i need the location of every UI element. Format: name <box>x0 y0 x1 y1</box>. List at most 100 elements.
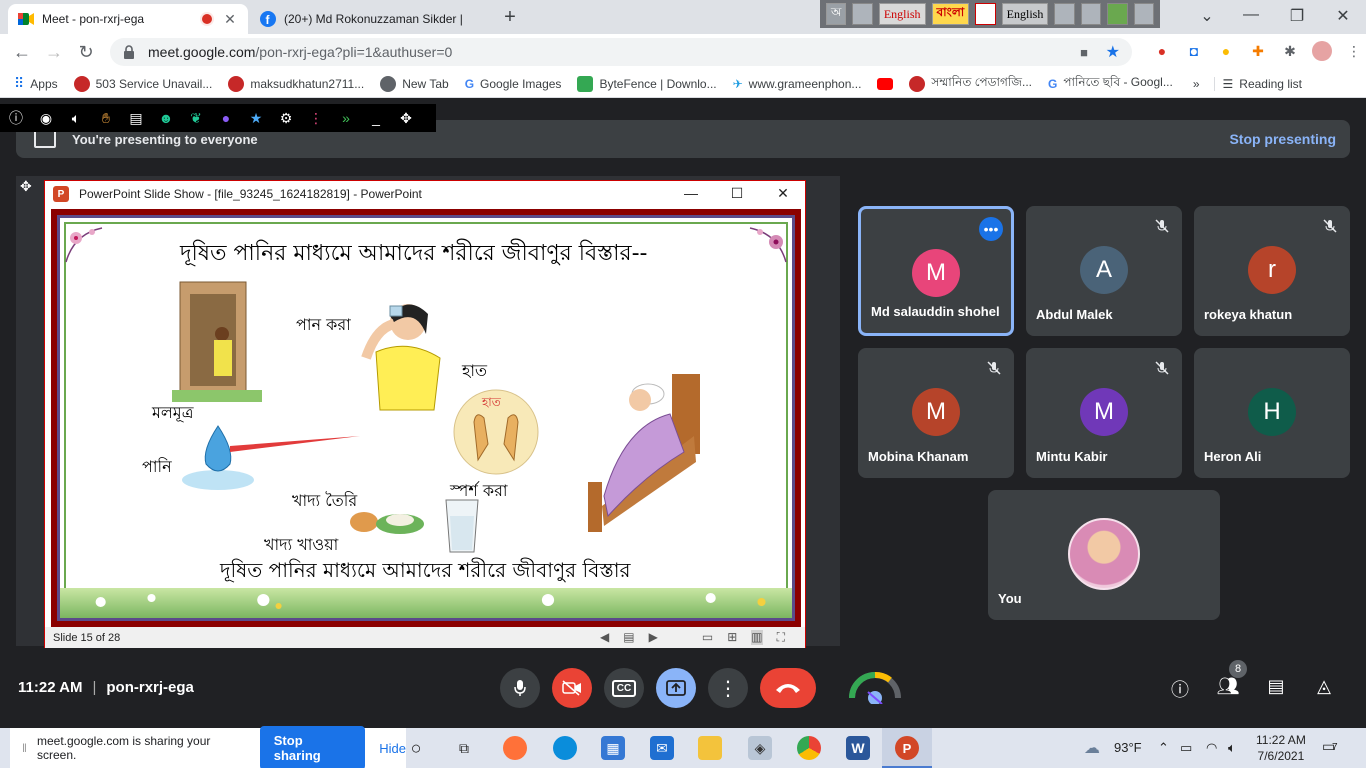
people-icon[interactable]: 👥︎ <box>1215 676 1241 697</box>
extension-bulb-icon[interactable]: ● <box>1214 39 1238 63</box>
participant-tile[interactable]: A Abdul Malek <box>1026 206 1182 336</box>
present-now-button[interactable] <box>656 668 696 708</box>
edge-icon[interactable] <box>553 736 577 760</box>
participant-tile[interactable]: r rokeya khatun <box>1194 206 1350 336</box>
dropdown-icon[interactable] <box>1080 3 1102 25</box>
stop-sharing-button[interactable]: Stop sharing <box>259 726 366 768</box>
extension-plus-icon[interactable]: ✚ <box>1246 39 1270 63</box>
reading-view-icon[interactable]: ▥ <box>751 630 763 645</box>
bookmark-item[interactable]: New Tab <box>372 75 456 92</box>
participant-tile[interactable]: M Mobina Khanam <box>858 348 1014 478</box>
bookmark-item[interactable]: ByteFence | Downlo... <box>569 75 724 92</box>
lang-english[interactable]: English <box>878 3 926 25</box>
microphone-button[interactable] <box>500 668 540 708</box>
tab-facebook[interactable]: f (20+) Md Rokonuzzaman Sikder | <box>250 4 490 34</box>
cortana-icon[interactable]: ○ <box>404 736 428 760</box>
bookmark-star-icon[interactable]: ★ <box>1106 42 1120 62</box>
back-icon[interactable]: ← <box>6 42 38 63</box>
mail-icon[interactable]: ✉ <box>650 736 674 760</box>
bookmark-item[interactable]: সম্মানিত পেডাগজি... <box>901 74 1040 94</box>
notification-center-button[interactable]: ▭ 7 <box>1322 738 1348 758</box>
chat-icon[interactable]: ● <box>216 110 236 126</box>
participant-tile-self[interactable]: You <box>988 490 1220 620</box>
forward-icon[interactable]: → <box>38 42 70 63</box>
speaker-icon[interactable]: 🔈︎ <box>66 110 86 127</box>
battery-icon[interactable]: ▭ <box>1180 740 1192 756</box>
stop-presenting-button[interactable]: Stop presenting <box>1229 131 1336 147</box>
chrome-icon[interactable] <box>797 736 821 760</box>
bookmark-item[interactable]: G পানিতে ছবি - Googl... <box>1040 74 1181 94</box>
powerpoint-taskbar-item[interactable]: P <box>882 728 932 768</box>
globe-icon[interactable] <box>1107 3 1128 25</box>
bookmark-apps[interactable]: ⠿ Apps <box>6 75 66 92</box>
camera-icon[interactable]: ■ <box>1080 45 1088 60</box>
store-icon[interactable]: ▦ <box>601 736 625 760</box>
captions-button[interactable]: CC <box>604 668 644 708</box>
more-bookmarks-button[interactable]: » <box>1185 77 1208 91</box>
volume-icon[interactable]: 🔈︎ <box>1228 740 1236 756</box>
close-window-icon[interactable]: ✕ <box>1328 6 1358 26</box>
lang-cell[interactable]: অ <box>826 3 847 25</box>
task-view-icon[interactable]: ⧉ <box>452 736 476 760</box>
tool-icon[interactable] <box>1054 3 1075 25</box>
meeting-info-icon[interactable]: ⓘ <box>1167 676 1193 702</box>
network-app-icon[interactable]: ◈ <box>748 736 772 760</box>
bookmark-item[interactable]: G Google Images <box>457 77 570 91</box>
reload-icon[interactable]: ↻ <box>70 42 102 63</box>
file-explorer-icon[interactable] <box>698 736 722 760</box>
firefox-icon[interactable] <box>503 736 527 760</box>
bookmark-item[interactable]: 503 Service Unavail... <box>66 75 221 92</box>
expand-icon[interactable]: » <box>336 110 356 126</box>
hide-button[interactable]: Hide <box>379 741 406 756</box>
normal-view-icon[interactable]: ▭ <box>702 630 713 645</box>
tab-meet[interactable]: Meet - pon-rxrj-ega ✕ <box>8 4 248 34</box>
close-tab-icon[interactable]: ✕ <box>222 11 238 28</box>
settings-gear-icon[interactable]: ⚙ <box>276 110 296 127</box>
word-icon[interactable]: W <box>846 736 870 760</box>
slide-sorter-icon[interactable]: ⊞ <box>727 630 737 645</box>
minimize-toolbar-icon[interactable]: _ <box>366 110 386 126</box>
taskbar-clock[interactable]: 11:22 AM 7/6/2021 <box>1256 732 1306 764</box>
extension-screencastify-icon[interactable]: ◘ <box>1182 39 1206 63</box>
hand-icon[interactable]: ✋︎ <box>96 110 116 127</box>
more-options-icon[interactable]: ••• <box>979 217 1003 241</box>
ppt-maximize-icon[interactable]: ☐ <box>723 185 751 202</box>
tab-search-icon[interactable]: ⌄ <box>1192 6 1222 26</box>
prev-slide-icon[interactable]: ◀ <box>600 630 609 645</box>
lang-english-2[interactable]: English <box>1001 3 1049 25</box>
more-vert-icon[interactable]: ⋮ <box>306 110 326 127</box>
move-handle-icon[interactable]: ✥ <box>20 178 32 195</box>
more-options-button[interactable]: ⋮ <box>708 668 748 708</box>
bookmark-youtube[interactable] <box>869 77 901 90</box>
camera-off-button[interactable] <box>552 668 592 708</box>
emoji-icon[interactable]: ☻ <box>156 110 176 126</box>
minimize-icon[interactable]: — <box>1236 6 1266 24</box>
move-icon[interactable]: ✥ <box>396 110 416 127</box>
activity-gauge-icon[interactable] <box>846 664 904 705</box>
info-icon[interactable]: ⓘ <box>6 108 26 128</box>
ppt-minimize-icon[interactable]: — <box>677 185 705 201</box>
drag-grip-icon[interactable]: ‖ <box>22 741 27 755</box>
reading-list[interactable]: ☰ Reading list <box>1213 76 1310 91</box>
tray-chevron-icon[interactable]: ⌃ <box>1158 740 1169 756</box>
slideshow-view-icon[interactable]: ⛶ <box>777 630 785 645</box>
participant-tile[interactable]: M Mintu Kabir <box>1026 348 1182 478</box>
participant-tile[interactable]: M ••• Md salauddin shohel <box>858 206 1014 336</box>
weather-temp[interactable]: 93°F <box>1114 740 1142 755</box>
next-slide-icon[interactable]: ▶ <box>649 630 658 645</box>
close-langbar-icon[interactable] <box>1133 3 1155 25</box>
extension-apple-icon[interactable]: ● <box>1150 39 1174 63</box>
clipboard-icon[interactable]: ▤ <box>126 110 146 127</box>
restore-icon[interactable]: ❐ <box>1282 6 1312 26</box>
wifi-icon[interactable]: ◠ <box>1206 740 1217 756</box>
new-tab-button[interactable]: + <box>498 6 522 29</box>
profile-avatar[interactable] <box>1310 39 1334 63</box>
weather-icon[interactable]: ☁ <box>1084 738 1100 758</box>
chat-icon[interactable]: ▤ <box>1263 676 1289 697</box>
star-icon[interactable]: ★ <box>246 110 266 127</box>
notes-icon[interactable]: ▤ <box>623 630 634 645</box>
ppt-close-icon[interactable]: ✕ <box>769 185 797 202</box>
leave-call-button[interactable] <box>760 668 816 708</box>
menu-kebab-icon[interactable]: ⋮ <box>1342 39 1366 63</box>
keyboard-icon[interactable] <box>852 3 873 25</box>
